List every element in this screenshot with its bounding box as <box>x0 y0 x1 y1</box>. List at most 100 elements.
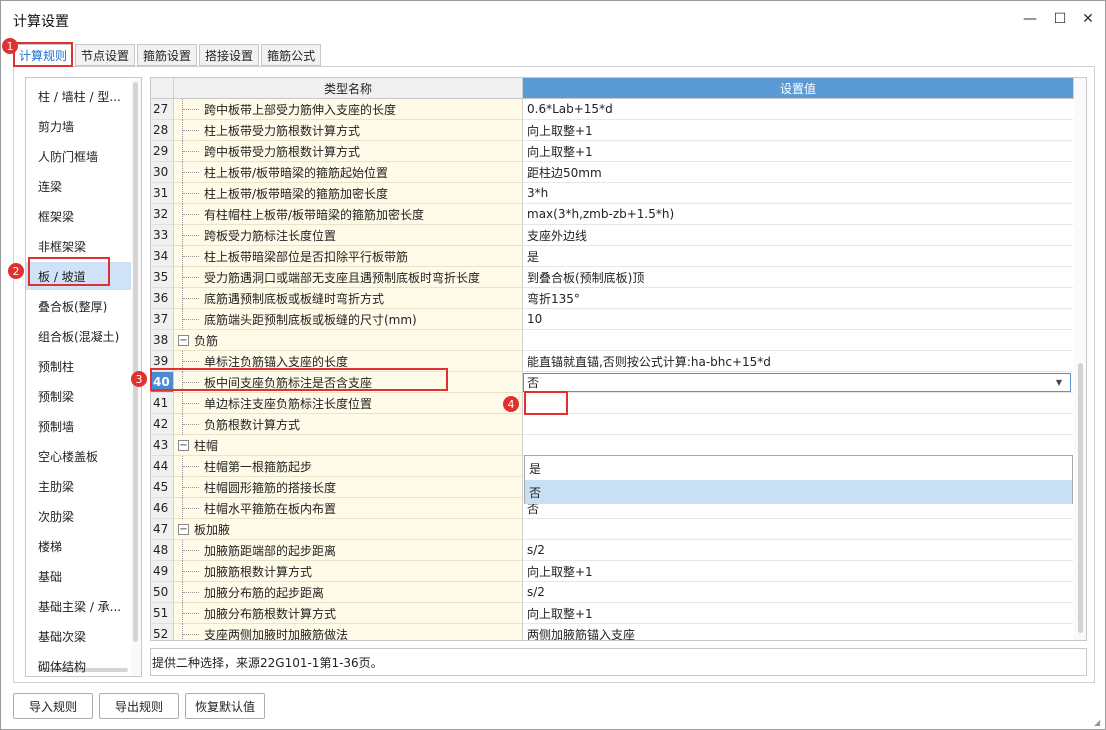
dropdown-arrow-icon[interactable]: ▼ <box>1056 378 1062 387</box>
close-button[interactable]: ✕ <box>1073 7 1103 31</box>
type-name-cell[interactable]: 柱上板带/板带暗梁的箍筋起始位置 <box>174 162 523 183</box>
setting-value-cell[interactable]: 0.6*Lab+15*d <box>523 99 1073 120</box>
collapse-icon[interactable]: − <box>178 440 189 451</box>
type-name-cell[interactable]: 受力筋遇洞口或端部无支座且遇预制底板时弯折长度 <box>174 267 523 288</box>
sidebar-item[interactable]: 基础主梁 / 承... <box>26 592 131 620</box>
type-name-cell[interactable]: 加腋分布筋的起步距离 <box>174 582 523 603</box>
grid-scroll-thumb[interactable] <box>1078 363 1083 633</box>
type-name-cell[interactable]: 柱帽水平箍筋在板内布置 <box>174 498 523 519</box>
setting-value-cell[interactable]: s/2 <box>523 540 1073 561</box>
sidebar-item[interactable]: 基础次梁 <box>26 622 131 650</box>
row-number[interactable]: 43 <box>151 435 174 456</box>
sidebar-scroll-thumb[interactable] <box>133 82 138 642</box>
table-row[interactable]: 47− 板加腋 <box>151 519 1073 540</box>
row-number[interactable]: 44 <box>151 456 174 477</box>
type-name-cell[interactable]: 加腋筋根数计算方式 <box>174 561 523 582</box>
sidebar-item[interactable]: 次肋梁 <box>26 502 131 530</box>
row-number[interactable]: 30 <box>151 162 174 183</box>
table-row[interactable]: 32 有柱帽柱上板带/板带暗梁的箍筋加密长度 max(3*h,zmb-zb+1.5*… <box>151 204 1073 225</box>
collapse-icon[interactable]: − <box>178 335 189 346</box>
type-name-cell[interactable]: 支座两侧加腋时加腋筋做法 <box>174 624 523 640</box>
row-number[interactable]: 47 <box>151 519 174 540</box>
setting-value-cell[interactable]: 10 <box>523 309 1073 330</box>
sidebar-item[interactable]: 剪力墙 <box>26 112 131 140</box>
setting-value-cell[interactable]: 3*h <box>523 183 1073 204</box>
value-select[interactable]: 否 ▼ <box>523 373 1071 392</box>
setting-value-cell[interactable]: 能直锚就直锚,否则按公式计算:ha-bhc+15*d <box>523 351 1073 372</box>
table-row[interactable]: 42 负筋根数计算方式 <box>151 414 1073 435</box>
row-number[interactable]: 48 <box>151 540 174 561</box>
type-name-cell[interactable]: 加腋筋距端部的起步距离 <box>174 540 523 561</box>
table-row[interactable]: 52 支座两侧加腋时加腋筋做法 两侧加腋筋锚入支座 <box>151 624 1073 640</box>
sidebar-item[interactable]: 框架梁 <box>26 202 131 230</box>
row-number[interactable]: 50 <box>151 582 174 603</box>
sidebar-item[interactable]: 砌体结构 <box>26 652 131 676</box>
setting-value-cell[interactable]: 支座外边线 <box>523 225 1073 246</box>
table-row[interactable]: 28 柱上板带受力筋根数计算方式 向上取整+1 <box>151 120 1073 141</box>
setting-value-cell[interactable]: 两侧加腋筋锚入支座 <box>523 624 1073 640</box>
row-number[interactable]: 33 <box>151 225 174 246</box>
setting-value-cell[interactable] <box>523 435 1073 456</box>
sidebar-item[interactable]: 主肋梁 <box>26 472 131 500</box>
type-name-cell[interactable]: 底筋遇预制底板或板缝时弯折方式 <box>174 288 523 309</box>
row-number[interactable]: 36 <box>151 288 174 309</box>
setting-value-cell[interactable]: max(3*h,zmb-zb+1.5*h) <box>523 204 1073 225</box>
type-name-cell[interactable]: 单边标注支座负筋标注长度位置 <box>174 393 523 414</box>
row-number[interactable]: 45 <box>151 477 174 498</box>
table-row[interactable]: 35 受力筋遇洞口或端部无支座且遇预制底板时弯折长度 到叠合板(预制底板)顶 <box>151 267 1073 288</box>
setting-value-cell[interactable]: 弯折135° <box>523 288 1073 309</box>
tab-stirrup-formula[interactable]: 箍筋公式 <box>261 44 322 66</box>
type-name-cell[interactable]: 负筋根数计算方式 <box>174 414 523 435</box>
grid-scrollbar[interactable] <box>1074 78 1086 640</box>
setting-value-cell[interactable] <box>523 414 1073 435</box>
row-number[interactable]: 41 <box>151 393 174 414</box>
row-number[interactable]: 37 <box>151 309 174 330</box>
table-row[interactable]: 30 柱上板带/板带暗梁的箍筋起始位置 距柱边50mm <box>151 162 1073 183</box>
table-row[interactable]: 48 加腋筋距端部的起步距离 s/2 <box>151 540 1073 561</box>
table-row[interactable]: 51 加腋分布筋根数计算方式 向上取整+1 <box>151 603 1073 624</box>
setting-value-cell[interactable]: 向上取整+1 <box>523 120 1073 141</box>
restore-defaults-button[interactable]: 恢复默认值 <box>185 693 265 719</box>
setting-value-cell[interactable]: 是 <box>523 246 1073 267</box>
type-name-cell[interactable]: 柱帽圆形箍筋的搭接长度 <box>174 477 523 498</box>
type-name-cell[interactable]: 跨中板带受力筋根数计算方式 <box>174 141 523 162</box>
type-name-cell[interactable]: 跨中板带上部受力筋伸入支座的长度 <box>174 99 523 120</box>
table-row[interactable]: 41 单边标注支座负筋标注长度位置 <box>151 393 1073 414</box>
row-number[interactable]: 27 <box>151 99 174 120</box>
table-row[interactable]: 38− 负筋 <box>151 330 1073 351</box>
sidebar-item[interactable]: 叠合板(整厚) <box>26 292 131 320</box>
setting-value-cell[interactable]: 距柱边50mm <box>523 162 1073 183</box>
setting-value-cell[interactable] <box>523 393 1073 414</box>
row-number[interactable]: 28 <box>151 120 174 141</box>
dropdown-option[interactable]: 是 <box>525 456 1072 480</box>
type-name-cell[interactable]: 有柱帽柱上板带/板带暗梁的箍筋加密长度 <box>174 204 523 225</box>
type-name-cell[interactable]: 柱帽第一根箍筋起步 <box>174 456 523 477</box>
table-row[interactable]: 43− 柱帽 <box>151 435 1073 456</box>
table-row[interactable]: 33 跨板受力筋标注长度位置 支座外边线 <box>151 225 1073 246</box>
table-row[interactable]: 50 加腋分布筋的起步距离 s/2 <box>151 582 1073 603</box>
type-name-cell[interactable]: 跨板受力筋标注长度位置 <box>174 225 523 246</box>
sidebar-item[interactable]: 连梁 <box>26 172 131 200</box>
setting-value-cell[interactable]: 向上取整+1 <box>523 141 1073 162</box>
minimize-button[interactable]: — <box>1015 7 1045 31</box>
tab-stirrup-settings[interactable]: 箍筋设置 <box>137 44 198 66</box>
table-row[interactable]: 37 底筋端头距预制底板或板缝的尺寸(mm) 10 <box>151 309 1073 330</box>
row-number[interactable]: 52 <box>151 624 174 640</box>
collapse-icon[interactable]: − <box>178 524 189 535</box>
row-number[interactable]: 46 <box>151 498 174 519</box>
row-number[interactable]: 38 <box>151 330 174 351</box>
table-row[interactable]: 27 跨中板带上部受力筋伸入支座的长度 0.6*Lab+15*d <box>151 99 1073 120</box>
table-row[interactable]: 29 跨中板带受力筋根数计算方式 向上取整+1 <box>151 141 1073 162</box>
sidebar-item[interactable]: 非框架梁 <box>26 232 131 260</box>
setting-value-cell[interactable] <box>523 519 1073 540</box>
header-setting-value[interactable]: 设置值 <box>523 78 1074 99</box>
sidebar-item[interactable]: 空心楼盖板 <box>26 442 131 470</box>
sidebar-item[interactable]: 楼梯 <box>26 532 131 560</box>
table-row[interactable]: 49 加腋筋根数计算方式 向上取整+1 <box>151 561 1073 582</box>
type-name-cell[interactable]: 柱上板带/板带暗梁的箍筋加密长度 <box>174 183 523 204</box>
sidebar-item[interactable]: 预制梁 <box>26 382 131 410</box>
type-name-cell[interactable]: 柱上板带暗梁部位是否扣除平行板带筋 <box>174 246 523 267</box>
setting-value-cell[interactable] <box>523 330 1073 351</box>
sidebar-item[interactable]: 柱 / 墙柱 / 型... <box>26 82 131 110</box>
import-rules-button[interactable]: 导入规则 <box>13 693 93 719</box>
